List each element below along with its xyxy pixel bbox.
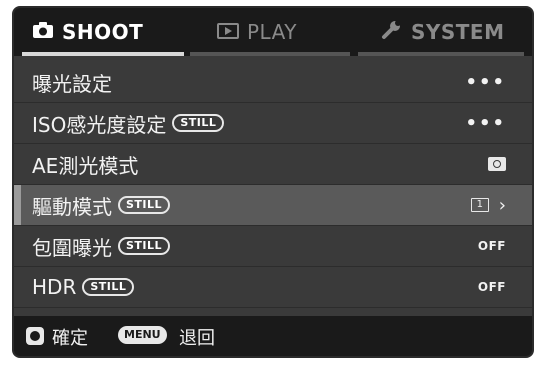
more-options-icon: •••	[465, 112, 506, 134]
tab-system[interactable]: SYSTEM	[381, 8, 505, 56]
menu-item-value: OFF	[477, 280, 506, 294]
menu-item-label: 包圍曝光	[32, 235, 112, 260]
menu-item-label: 曝光設定	[32, 71, 112, 96]
menu-item-exposure-settings[interactable]: 曝光設定 •••	[14, 62, 532, 103]
still-badge: STILL	[82, 278, 135, 296]
still-badge: STILL	[118, 196, 171, 214]
tab-play[interactable]: PLAY	[217, 8, 297, 56]
ok-button-icon	[26, 327, 44, 345]
tab-play-label: PLAY	[247, 20, 298, 44]
menu-item-ae-metering-mode[interactable]: AE測光模式	[14, 144, 532, 185]
shoot-menu-list: 曝光設定 ••• ISO感光度設定 STILL ••• AE測光模式 驅動模式 …	[14, 62, 532, 308]
back-label: 退回	[179, 328, 215, 349]
still-badge: STILL	[172, 114, 225, 132]
menu-item-label: 驅動模式	[32, 194, 112, 219]
play-icon	[217, 20, 239, 44]
menu-item-value: OFF	[477, 239, 506, 253]
menu-item-label: ISO感光度設定	[32, 112, 167, 137]
tab-system-label: SYSTEM	[411, 20, 505, 44]
more-options-icon: •••	[465, 71, 506, 93]
still-badge: STILL	[118, 237, 171, 255]
active-tab-indicator	[22, 52, 184, 56]
button-guide-bar: 確定 MENU 退回	[14, 316, 532, 356]
ok-label: 確定	[52, 328, 88, 349]
camera-icon	[32, 20, 54, 44]
menu-item-iso-settings[interactable]: ISO感光度設定 STILL •••	[14, 103, 532, 144]
tab-separator	[358, 52, 524, 56]
menu-item-hdr[interactable]: HDR STILL OFF	[14, 267, 532, 308]
camera-menu-screen: SHOOT PLAY SYSTEM 曝光設定 ••• ISO感光度設定 STIL…	[14, 8, 532, 356]
wrench-icon	[381, 19, 403, 45]
menu-item-bracketing[interactable]: 包圍曝光 STILL OFF	[14, 226, 532, 267]
tab-bar: SHOOT PLAY SYSTEM	[14, 8, 532, 56]
tab-shoot[interactable]: SHOOT	[32, 8, 143, 56]
single-drive-icon: 1	[470, 198, 489, 212]
metering-icon	[488, 157, 506, 171]
menu-item-drive-mode[interactable]: 驅動模式 STILL 1 ›	[14, 185, 532, 226]
menu-item-label: AE測光模式	[32, 153, 139, 178]
menu-item-label: HDR	[32, 275, 77, 299]
tab-shoot-label: SHOOT	[62, 20, 144, 44]
tab-separator	[190, 52, 350, 56]
chevron-right-icon: ›	[498, 194, 506, 216]
menu-button-icon: MENU	[118, 326, 167, 344]
